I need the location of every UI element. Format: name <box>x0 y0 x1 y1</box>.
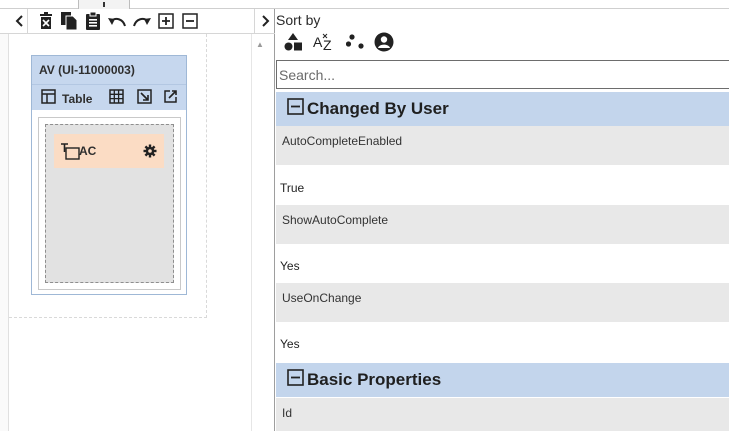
grid-icon[interactable] <box>109 89 124 104</box>
designer-scrollbar[interactable]: ▲ <box>251 34 267 431</box>
open-external-icon[interactable] <box>163 89 178 104</box>
svg-text:Z: Z <box>323 37 332 52</box>
av-container[interactable]: AV (UI-11000003) Table AC <box>31 55 187 295</box>
textbox-icon <box>60 143 80 165</box>
group-title: Basic Properties <box>307 370 442 389</box>
designer-toolbar <box>0 9 275 34</box>
av-drop-zone[interactable]: AC <box>45 124 174 283</box>
av-toolbar: Table <box>32 84 186 110</box>
chevron-left-icon[interactable] <box>12 9 28 33</box>
collapse-icon[interactable] <box>180 11 200 31</box>
undo-icon[interactable] <box>106 11 128 31</box>
group-header-changed-by-user[interactable]: Changed By User <box>276 92 729 126</box>
table-view-toggle[interactable]: Table <box>41 89 92 109</box>
redo-icon[interactable] <box>131 11 153 31</box>
properties-panel: Sort by AZ Changed By User AutoCompleteE… <box>276 9 729 431</box>
sort-by-label: Sort by <box>276 12 321 28</box>
av-view-label: Table <box>62 92 93 106</box>
property-value[interactable]: Yes <box>276 322 729 361</box>
scroll-up-arrow-icon[interactable]: ▲ <box>256 40 264 49</box>
property-name: ShowAutoComplete <box>276 205 729 244</box>
designer-panel: AV (UI-11000003) Table AC ▲ <box>0 9 275 431</box>
ac-component[interactable]: AC <box>54 134 164 168</box>
expand-icon[interactable] <box>156 11 176 31</box>
av-title: AV (UI-11000003) <box>32 56 186 84</box>
sort-category-icon[interactable] <box>284 32 302 52</box>
left-rail <box>0 34 9 431</box>
search-input[interactable] <box>276 60 729 89</box>
top-strip <box>0 0 729 9</box>
sort-scatter-icon[interactable] <box>346 34 364 50</box>
designer-canvas: AV (UI-11000003) Table AC <box>9 34 259 431</box>
collapse-square-icon[interactable] <box>287 369 304 391</box>
property-value[interactable]: Yes <box>276 244 729 283</box>
group-header-basic-properties[interactable]: Basic Properties <box>276 363 729 397</box>
property-name: UseOnChange <box>276 283 729 322</box>
document-tab-stub[interactable] <box>78 0 130 9</box>
property-value[interactable]: True <box>276 166 729 205</box>
shrink-icon[interactable] <box>137 89 152 104</box>
svg-text:A: A <box>313 34 323 50</box>
collapse-square-icon[interactable] <box>287 98 304 120</box>
delete-icon[interactable] <box>38 11 54 31</box>
sort-user-icon[interactable] <box>374 32 394 52</box>
av-body: AC <box>38 117 181 290</box>
chevron-right-icon[interactable] <box>254 9 274 33</box>
sort-alpha-icon[interactable]: AZ <box>312 32 336 52</box>
gear-icon[interactable] <box>143 144 157 163</box>
table-icon <box>41 89 56 109</box>
property-name: Id <box>276 398 729 431</box>
property-name: AutoCompleteEnabled <box>276 126 729 165</box>
sort-options: AZ <box>284 31 404 53</box>
group-title: Changed By User <box>307 99 449 118</box>
paste-icon[interactable] <box>83 11 103 31</box>
ac-label: AC <box>79 144 97 158</box>
copy-icon[interactable] <box>59 11 79 31</box>
